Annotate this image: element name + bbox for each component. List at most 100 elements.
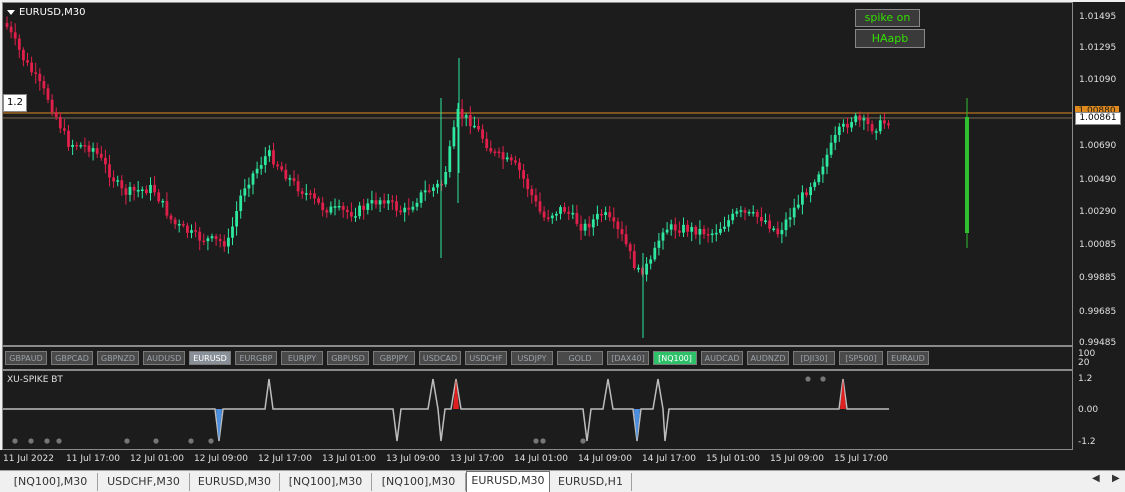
candle-body (682, 224, 685, 233)
candle-body (678, 230, 681, 233)
indicator-axis-label: 0.00 (1078, 405, 1099, 415)
candle-body (46, 88, 50, 100)
chart-tab[interactable]: EURUSD,M30 (466, 471, 550, 492)
candle-body (887, 123, 890, 126)
candle-body (198, 231, 202, 241)
symbol-button-sp500[interactable]: [SP500] (839, 351, 883, 365)
candle-body (169, 215, 173, 220)
candle-body (173, 219, 177, 225)
candle-body (243, 188, 247, 196)
signal-dot (580, 438, 586, 444)
candle-body (247, 184, 251, 189)
candle-body (255, 168, 259, 174)
candle-body (620, 229, 624, 235)
candle-body (714, 232, 718, 235)
symbol-button-eurgbp[interactable]: EURGBP (235, 351, 277, 365)
candle-body (473, 125, 476, 128)
candle-body (67, 130, 70, 147)
candle-body (501, 152, 505, 160)
candle-body (874, 131, 878, 133)
candle-body (591, 219, 595, 228)
main-chart-pane[interactable]: EURUSD,M30 spike on HAapb 1.2 (2, 2, 1073, 346)
candle-body (214, 236, 218, 240)
chart-tab[interactable]: EURUSD,H1 (550, 473, 632, 491)
candle-body (858, 115, 862, 121)
price-axis-label: 1.00290 (1079, 207, 1117, 217)
candle-body (378, 200, 382, 205)
candle-body (83, 145, 87, 147)
triangle-left-icon[interactable]: ◀ (1092, 473, 1100, 484)
candle-body (34, 72, 38, 74)
candle-body (91, 148, 95, 152)
chart-tab[interactable]: [NQ100],M30 (372, 473, 466, 491)
haapb-button[interactable]: HAapb (855, 29, 925, 48)
symbol-button-eurusd[interactable]: EURUSD (189, 351, 231, 365)
candle-body (731, 213, 735, 221)
candle-body (26, 60, 29, 63)
symbol-button-gbpcad[interactable]: GBPCAD (51, 351, 93, 365)
candle-body (128, 186, 132, 195)
symbol-button-nq100[interactable]: [NQ100] (653, 351, 697, 365)
candle-body (386, 200, 390, 204)
symbol-button-audnzd[interactable]: AUDNZD (747, 351, 789, 365)
candle-body (313, 193, 316, 199)
signal-dot (188, 438, 194, 444)
candle-body (71, 144, 74, 147)
candle-body (497, 151, 501, 154)
candle-body (190, 230, 193, 233)
symbol-button-gbpnzd[interactable]: GBPNZD (97, 351, 139, 365)
candle-body (202, 240, 206, 243)
candle-body (317, 198, 320, 203)
symbol-button-gbpjpy[interactable]: GBPJPY (373, 351, 415, 365)
candle-body (382, 200, 386, 204)
candle-body (846, 123, 849, 128)
symbol-button-usdchf[interactable]: USDCHF (465, 351, 507, 365)
candle-body (579, 223, 583, 231)
price-axis-label: 0.99885 (1079, 273, 1117, 283)
price-axis-label: 1.01295 (1079, 43, 1117, 53)
signal-dot (124, 438, 130, 444)
candle-body (63, 128, 66, 131)
triangle-down-icon[interactable] (7, 9, 15, 15)
candle-body (784, 219, 788, 231)
candle-body (653, 247, 657, 260)
candle-body (206, 238, 210, 242)
price-axis: 1.014951.012951.010901.008901.006901.004… (1073, 2, 1125, 348)
symbol-button-dji30[interactable]: [DJI30] (793, 351, 835, 365)
candle-body (878, 120, 882, 132)
candle-body (292, 178, 296, 182)
chart-tab[interactable]: EURUSD,M30 (190, 473, 280, 491)
spike-on-button[interactable]: spike on (855, 9, 920, 27)
candle-body (694, 226, 698, 235)
price-axis-label: 1.01090 (1079, 75, 1117, 85)
symbol-button-gold[interactable]: GOLD (557, 351, 603, 365)
symbol-button-audusd[interactable]: AUDUSD (143, 351, 185, 365)
symbol-button-usdjpy[interactable]: USDJPY (511, 351, 553, 365)
chart-title[interactable]: EURUSD,M30 (7, 7, 85, 18)
chart-tab[interactable]: USDCHF,M30 (98, 473, 190, 491)
symbol-button-dax40[interactable]: [DAX40] (607, 351, 649, 365)
candle-body (321, 202, 325, 211)
spike-indicator-plot (3, 376, 889, 444)
time-axis-label: 11 Jul 17:00 (66, 454, 120, 464)
candle-body (596, 213, 599, 220)
price-axis-label: 1.01495 (1079, 12, 1117, 22)
candle-body (657, 240, 661, 248)
level-label: 1.2 (3, 94, 27, 112)
chart-tab[interactable]: [NQ100],M30 (280, 473, 372, 491)
candle-body (108, 164, 111, 178)
price-axis-label: 1.00085 (1079, 240, 1117, 250)
symbol-button-usdcad[interactable]: USDCAD (419, 351, 461, 365)
candle-body (559, 207, 562, 214)
candle-body (698, 228, 702, 235)
symbol-button-eurjpy[interactable]: EURJPY (281, 351, 323, 365)
chart-tab[interactable]: [NQ100],M30 (4, 473, 98, 491)
candle-body (145, 189, 148, 194)
triangle-right-icon[interactable]: ▶ (1112, 473, 1120, 484)
symbol-button-euraud[interactable]: EURAUD (887, 351, 929, 365)
symbol-button-gbpusd[interactable]: GBPUSD (327, 351, 369, 365)
indicator-pane[interactable]: XU-SPIKE BT (2, 370, 1073, 450)
symbol-button-gbpaud[interactable]: GBPAUD (5, 351, 47, 365)
symbol-button-audcad[interactable]: AUDCAD (701, 351, 743, 365)
candle-body (829, 142, 833, 155)
